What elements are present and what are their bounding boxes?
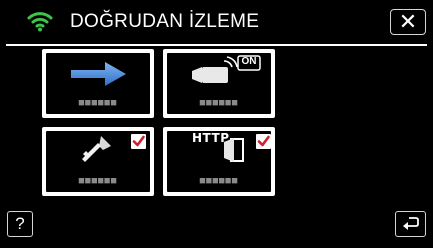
tile-caption: ■■■■■■ <box>78 176 118 186</box>
header-bar: DOĞRUDAN İZLEME ✕ <box>0 0 433 44</box>
tile-http[interactable]: HTTP ■■■■■■ <box>163 127 275 196</box>
key-icon <box>82 136 111 162</box>
help-icon: ? <box>15 214 25 233</box>
tile-caption: ■■■■■■ <box>199 176 239 186</box>
return-icon <box>403 217 419 230</box>
tile-caption: ■■■■■■ <box>199 98 239 108</box>
return-button[interactable] <box>395 211 426 237</box>
tile-password[interactable]: ■■■■■■ <box>42 127 154 196</box>
help-button[interactable]: ? <box>7 211 33 237</box>
checkmark-icon <box>132 135 145 147</box>
wifi-icon <box>27 12 53 32</box>
arrow-right-icon <box>71 62 126 86</box>
checkmark-icon <box>257 135 270 147</box>
checkbox-checked <box>256 134 271 149</box>
header-divider <box>6 44 427 46</box>
tile-camera-wireless[interactable]: ON ■■■■■■ <box>163 49 275 118</box>
on-badge-label: ON <box>241 56 257 67</box>
checkbox-checked <box>131 134 146 149</box>
tile-caption: ■■■■■■ <box>78 98 118 108</box>
page-title: DOĞRUDAN İZLEME <box>70 11 260 32</box>
close-button[interactable]: ✕ <box>390 9 426 35</box>
close-icon: ✕ <box>398 9 418 34</box>
http-door-icon <box>224 138 244 162</box>
tile-connect[interactable]: ■■■■■■ <box>42 49 154 118</box>
